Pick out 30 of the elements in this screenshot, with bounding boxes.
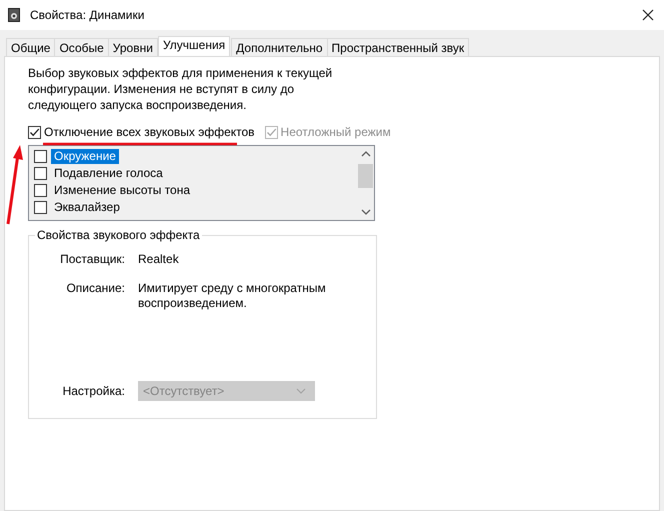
checkbox[interactable] [34, 167, 47, 180]
property-label: Описание: [65, 281, 125, 297]
scrollbar-thumb[interactable] [358, 164, 373, 188]
tab[interactable]: Улучшения [158, 36, 230, 56]
checkbox[interactable] [34, 201, 47, 214]
close-icon[interactable] [642, 9, 654, 21]
list-item[interactable]: Подавление голоса [51, 166, 166, 181]
list-item[interactable]: Эквалайзер [51, 200, 123, 215]
checkbox[interactable] [28, 126, 41, 138]
checkbox-label: Отключение всех звуковых эффектов [44, 125, 255, 139]
group-title: Свойства звукового эффекта [35, 228, 202, 242]
chevron-down-icon [296, 388, 306, 394]
checkbox-label: Неотложный режим [280, 125, 391, 139]
scroll-up-icon[interactable] [360, 150, 370, 158]
property-value: Имитирует среду с многократным воспроизведением. [138, 281, 327, 311]
list-item[interactable]: Изменение высоты тона [51, 183, 194, 198]
window-title: Свойства: Динамики [30, 8, 144, 22]
scroll-down-icon[interactable] [360, 208, 370, 216]
property-label: Поставщик: [59, 252, 125, 267]
description-text: Выбор звуковых эффектов для применения к текущей конфигурации. Изменения не вступят в силу до следующего запуска воспроизведения. [28, 65, 334, 113]
speaker-icon [8, 8, 20, 22]
checkbox[interactable] [34, 150, 47, 163]
property-value: Realtek [138, 252, 180, 267]
tab[interactable]: Дополнительно [231, 38, 328, 56]
tab[interactable]: Пространственный звук [326, 38, 470, 56]
tab[interactable]: Уровни [108, 38, 158, 56]
checkbox[interactable] [34, 184, 47, 197]
list-item[interactable]: Окружение [51, 149, 119, 164]
property-label: Настройка: [62, 384, 125, 398]
tab[interactable]: Общие [6, 38, 56, 56]
